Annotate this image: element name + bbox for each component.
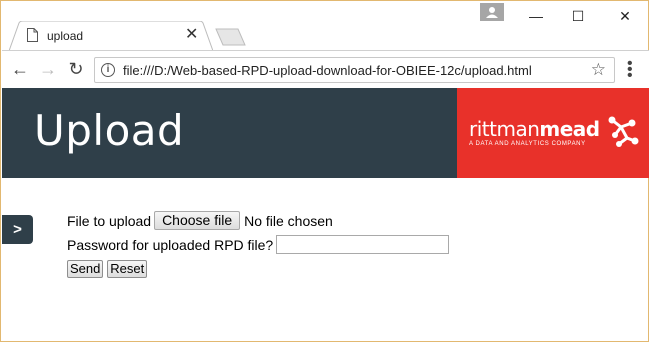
- file-status: No file chosen: [244, 212, 333, 229]
- tab-close-icon[interactable]: ✕: [185, 27, 198, 43]
- url-text: file:///D:/Web-based-RPD-upload-download…: [123, 63, 532, 78]
- file-label: File to upload: [67, 212, 152, 229]
- brand-name-bold: mead: [539, 117, 600, 141]
- forward-arrow-icon[interactable]: →: [38, 59, 58, 79]
- password-row: Password for uploaded RPD file?: [67, 235, 450, 254]
- page-header-banner: Upload rittmanmead A DATA AND ANALYTICS …: [2, 88, 649, 178]
- tab-active[interactable]: [9, 21, 213, 51]
- tab-title: upload: [47, 29, 84, 43]
- address-bar[interactable]: i file:///D:/Web-based-RPD-upload-downlo…: [94, 57, 615, 83]
- brand-logo-area: rittmanmead A DATA AND ANALYTICS COMPANY: [457, 88, 649, 178]
- person-icon: [486, 7, 498, 18]
- document-icon: [27, 28, 38, 42]
- profile-avatar[interactable]: [480, 3, 504, 21]
- file-row: File to upload Choose file No file chosen: [67, 211, 333, 230]
- maximize-button[interactable]: ☐: [558, 5, 598, 27]
- brand-mark-icon: [608, 116, 639, 147]
- choose-file-button[interactable]: Choose file: [154, 211, 241, 230]
- address-toolbar: ← → ↻ i file:///D:/Web-based-RPD-upload-…: [2, 50, 649, 88]
- bookmark-star-icon[interactable]: ☆: [591, 60, 606, 80]
- browser-menu-icon[interactable]: • • •: [627, 56, 633, 84]
- new-tab-button[interactable]: [212, 28, 248, 46]
- back-arrow-icon[interactable]: ←: [10, 59, 30, 79]
- brand-name: rittmanmead: [469, 117, 600, 141]
- reset-button[interactable]: Reset: [107, 260, 148, 279]
- send-button[interactable]: Send: [67, 260, 104, 279]
- minimize-button[interactable]: —: [516, 5, 556, 27]
- browser-window: upload ✕ — ☐ ✕ ← → ↻ i file:///D:/Web-ba…: [0, 0, 649, 342]
- sidebar-toggle-button[interactable]: >: [2, 215, 33, 244]
- page-title: Upload: [34, 106, 185, 155]
- password-label: Password for uploaded RPD file?: [67, 236, 274, 253]
- reload-icon[interactable]: ↻: [66, 59, 86, 79]
- info-icon[interactable]: i: [101, 63, 115, 77]
- brand-name-light: rittman: [469, 117, 540, 141]
- brand-tagline: A DATA AND ANALYTICS COMPANY: [469, 141, 586, 147]
- password-input[interactable]: [276, 235, 450, 254]
- form-actions: Send Reset: [67, 260, 148, 279]
- tab-strip: upload ✕ — ☐ ✕: [1, 1, 648, 51]
- close-window-button[interactable]: ✕: [605, 5, 645, 27]
